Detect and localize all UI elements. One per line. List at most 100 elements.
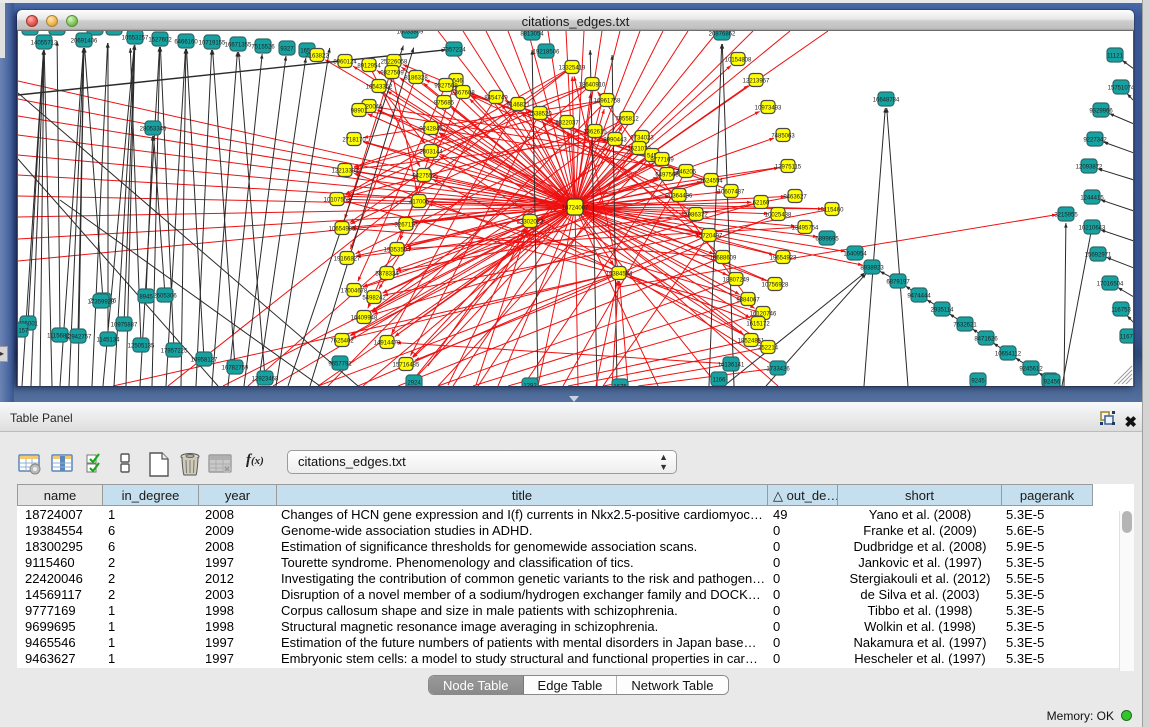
svg-text:6899695: 6899695 (815, 236, 839, 242)
svg-text:746206: 746206 (676, 169, 697, 175)
svg-text:14136141: 14136141 (718, 362, 745, 368)
svg-text:1538520: 1538520 (528, 111, 552, 117)
svg-text:2605306: 2605306 (153, 293, 177, 299)
svg-text:19218506: 19218506 (533, 49, 560, 55)
svg-text:2367608: 2367608 (451, 90, 475, 96)
svg-text:10719155: 10719155 (199, 40, 226, 46)
svg-text:20691406: 20691406 (71, 38, 98, 44)
svg-text:9734023: 9734023 (630, 135, 654, 141)
svg-text:17957225: 17957225 (161, 348, 188, 354)
svg-text:16543362: 16543362 (366, 84, 393, 90)
svg-text:16782759: 16782759 (222, 365, 249, 371)
svg-text:1166: 1166 (713, 377, 727, 383)
svg-text:10973493: 10973493 (755, 105, 782, 111)
svg-text:2924: 2924 (407, 380, 421, 386)
svg-text:8322037: 8322037 (555, 120, 579, 126)
svg-text:13325419: 13325419 (559, 65, 586, 71)
svg-text:28053346: 28053346 (140, 126, 167, 132)
svg-text:10210643: 10210643 (1079, 225, 1106, 231)
svg-text:7515526: 7515526 (251, 44, 275, 50)
svg-text:14914479: 14914479 (374, 340, 401, 346)
svg-text:25226058: 25226058 (381, 59, 408, 65)
svg-text:16033809: 16033809 (397, 31, 424, 35)
svg-text:17004678: 17004678 (341, 288, 368, 294)
svg-text:18640910: 18640910 (579, 82, 606, 88)
svg-text:19166827: 19166827 (334, 256, 361, 262)
svg-text:7357224: 7357224 (442, 47, 466, 53)
svg-text:9115460: 9115460 (821, 207, 845, 213)
svg-text:10025438: 10025438 (765, 212, 792, 218)
svg-text:15716485: 15716485 (393, 362, 420, 368)
svg-text:252214: 252214 (758, 345, 779, 351)
svg-text:3624554: 3624554 (699, 178, 723, 184)
svg-text:1527602: 1527602 (148, 37, 172, 43)
svg-text:8938923: 8938923 (860, 265, 884, 271)
svg-text:9463627: 9463627 (783, 194, 807, 200)
svg-text:417006: 417006 (409, 199, 430, 205)
svg-text:19353594: 19353594 (384, 247, 411, 253)
svg-text:6466160: 6466160 (174, 39, 198, 45)
svg-text:23302023: 23302023 (517, 219, 544, 225)
svg-text:875685: 875685 (434, 100, 455, 106)
svg-text:9227342: 9227342 (1083, 137, 1107, 143)
svg-text:8945: 8945 (139, 294, 153, 300)
svg-text:20876862: 20876862 (709, 31, 736, 37)
svg-text:9245: 9245 (971, 378, 985, 384)
svg-text:2935114: 2935114 (931, 307, 955, 313)
svg-text:10154808: 10154808 (725, 57, 752, 63)
svg-text:10654985: 10654985 (329, 226, 356, 232)
svg-text:1640954: 1640954 (843, 251, 867, 257)
svg-text:17016504: 17016504 (1097, 281, 1124, 287)
svg-text:1615172: 1615172 (746, 321, 770, 327)
svg-text:1292: 1292 (523, 383, 537, 386)
svg-text:2718170: 2718170 (342, 137, 366, 143)
svg-text:99157: 99157 (18, 328, 29, 334)
svg-text:6497568: 6497568 (655, 172, 679, 178)
svg-text:10553257: 10553257 (122, 35, 149, 41)
svg-text:9657791: 9657791 (328, 361, 352, 367)
svg-text:5878334: 5878334 (375, 271, 399, 277)
svg-text:8471626: 8471626 (974, 336, 998, 342)
svg-text:9327508: 9327508 (434, 83, 458, 89)
svg-text:19384554: 19384554 (606, 271, 633, 277)
svg-text:9777169: 9777169 (650, 157, 674, 163)
svg-text:9327: 9327 (280, 46, 294, 52)
svg-text:12213967: 12213967 (743, 78, 770, 84)
svg-text:9884067: 9884067 (736, 297, 760, 303)
svg-text:9146821: 9146821 (506, 102, 530, 108)
svg-text:8186328: 8186328 (404, 75, 428, 81)
svg-text:16648784: 16648784 (873, 97, 900, 103)
svg-text:8912954: 8912954 (357, 63, 381, 69)
svg-text:17359928: 17359928 (88, 299, 115, 305)
svg-text:10756928: 10756928 (762, 282, 789, 288)
svg-text:13495754: 13495754 (792, 225, 819, 231)
svg-text:20364436: 20364436 (666, 193, 693, 199)
svg-text:1575: 1575 (613, 384, 627, 386)
svg-text:19654923: 19654923 (770, 255, 797, 261)
svg-text:15720407: 15720407 (696, 233, 723, 239)
svg-text:8960124: 8960124 (333, 59, 357, 65)
svg-text:9827509: 9827509 (380, 70, 404, 76)
svg-text:9474444: 9474444 (907, 293, 931, 299)
svg-text:3215955: 3215955 (1054, 212, 1078, 218)
svg-text:9329966: 9329966 (1089, 108, 1113, 114)
svg-text:62160: 62160 (753, 200, 770, 206)
svg-text:10975887: 10975887 (111, 322, 138, 328)
svg-text:5498242: 5498242 (362, 295, 386, 301)
svg-text:11121: 11121 (1107, 53, 1123, 59)
svg-text:7625402: 7625402 (330, 338, 354, 344)
svg-text:1362615: 1362615 (583, 129, 607, 135)
svg-text:8813054: 8813054 (520, 31, 544, 37)
svg-text:9245612: 9245612 (1019, 366, 1043, 372)
svg-text:15751074: 15751074 (1108, 85, 1133, 91)
svg-text:10607487: 10607487 (718, 189, 745, 195)
svg-text:7163822: 7163822 (305, 53, 329, 59)
svg-text:7955812: 7955812 (615, 116, 639, 122)
svg-text:116753: 116753 (1111, 307, 1131, 313)
svg-text:1244415: 1244415 (1080, 195, 1104, 201)
svg-text:3267110: 3267110 (395, 222, 419, 228)
svg-text:12505135: 12505135 (128, 343, 155, 349)
svg-text:10654112: 10654112 (995, 351, 1022, 357)
svg-text:92456: 92456 (1044, 379, 1061, 385)
svg-text:9427552: 9427552 (412, 173, 436, 179)
